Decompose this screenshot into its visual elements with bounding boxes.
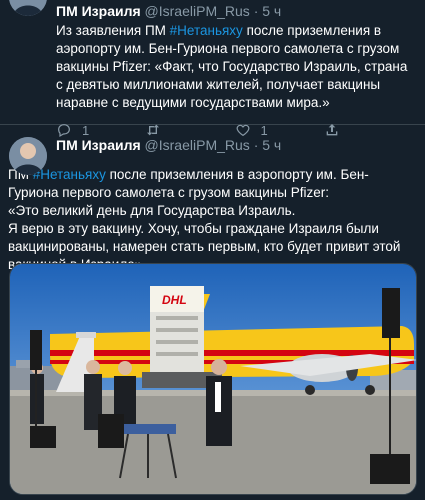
- author-handle[interactable]: @IsraeliPM_Rus: [145, 137, 250, 153]
- dhl-box-logo: DHL: [162, 293, 187, 307]
- tweet-header: ПМ Израиля @IsraeliPM_Rus · 5 ч: [56, 0, 413, 20]
- tweet-2[interactable]: ПМ Израиля @IsraeliPM_Rus · 5 ч ПМ #Нета…: [0, 125, 425, 274]
- tweet-text: ПМ #Нетаньяху после приземления в аэропо…: [8, 166, 413, 274]
- hashtag-link[interactable]: #Нетаньяху: [170, 23, 243, 38]
- separator-dot: ·: [253, 3, 259, 19]
- tweet-photo[interactable]: DHL DHL: [9, 263, 417, 495]
- tweet-text-line: ПМ #Нетаньяху после приземления в аэропо…: [8, 166, 413, 202]
- avatar[interactable]: [9, 0, 47, 16]
- speaker-right: [370, 454, 410, 484]
- tweet-header: ПМ Израиля @IsraeliPM_Rus · 5 ч: [8, 131, 413, 154]
- separator-dot: ·: [253, 137, 259, 153]
- tweet-text: Из заявления ПМ #Нетаньяху после приземл…: [56, 22, 413, 112]
- hashtag-link[interactable]: #Нетаньяху: [33, 167, 106, 182]
- avatar[interactable]: [9, 137, 47, 175]
- author-name[interactable]: ПМ Израиля: [56, 137, 141, 153]
- tweet-text-part: Из заявления ПМ: [56, 23, 170, 38]
- tweet-1[interactable]: ПМ Израиля @IsraeliPM_Rus · 5 ч Из заявл…: [0, 0, 425, 138]
- author-handle[interactable]: @IsraeliPM_Rus: [145, 3, 250, 19]
- tweet-time[interactable]: 5 ч: [262, 3, 281, 19]
- speaker-left: [30, 426, 56, 448]
- tweet-time[interactable]: 5 ч: [262, 137, 281, 153]
- tweet-text-line: «Это великий день для Государства Израил…: [8, 203, 296, 218]
- author-name[interactable]: ПМ Израиля: [56, 3, 141, 19]
